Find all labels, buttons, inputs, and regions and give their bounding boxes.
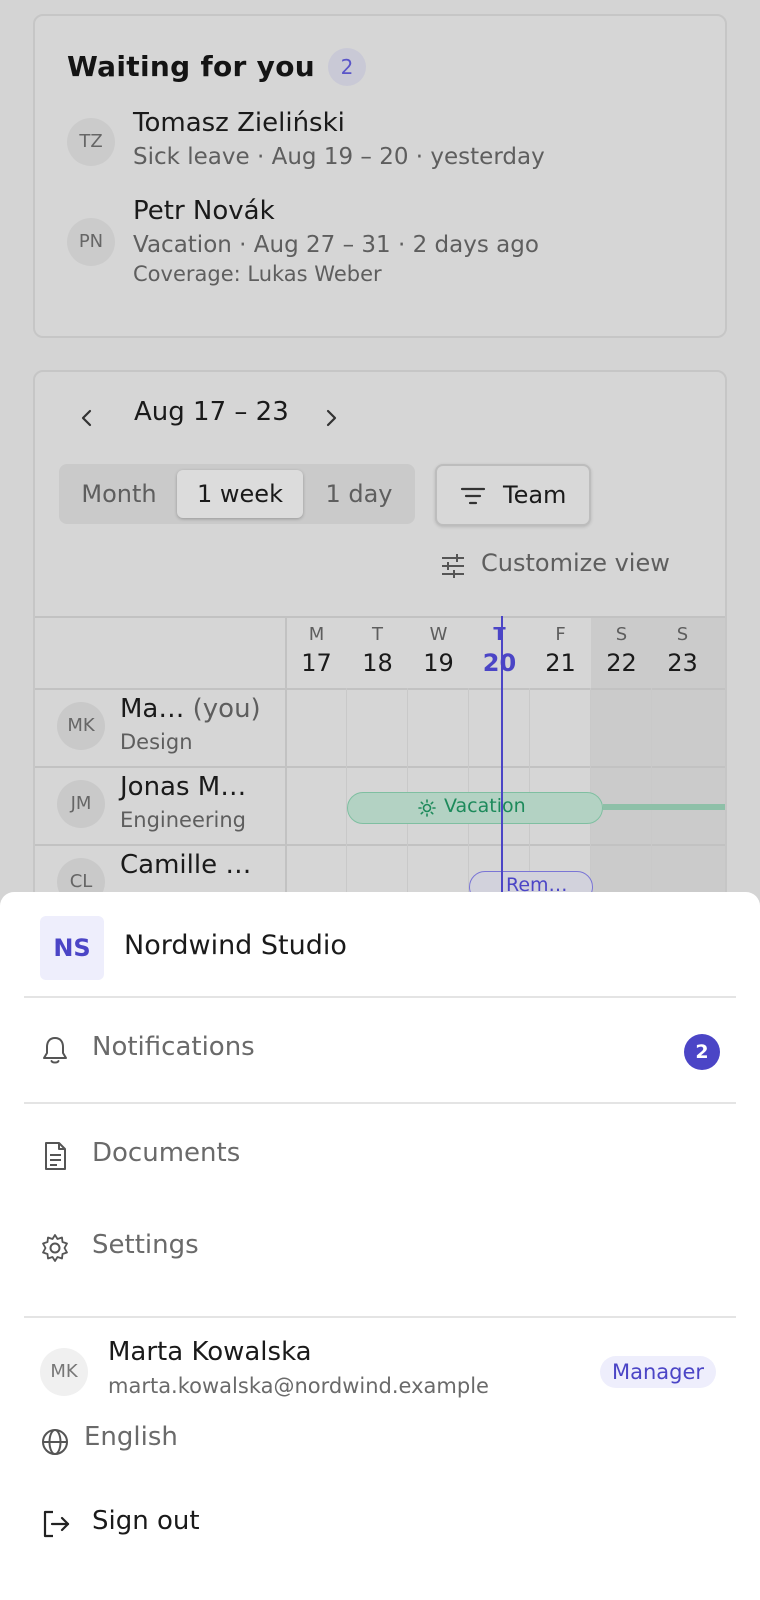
role-badge: Manager <box>600 1356 717 1388</box>
grid-line <box>35 616 725 618</box>
divider <box>24 1316 736 1318</box>
globe-icon <box>42 1429 68 1455</box>
grid-line <box>35 844 725 846</box>
settings-menu-item[interactable]: Settings <box>24 1214 736 1280</box>
team-filter-button[interactable]: Team <box>435 464 591 526</box>
vacation-event[interactable]: Vacation <box>347 792 603 824</box>
documents-label: Documents <box>92 1138 241 1168</box>
request-detail: Vacation · Aug 27 – 31 · 2 days ago <box>133 232 539 258</box>
prev-week-button[interactable] <box>67 398 107 438</box>
documents-menu-item[interactable]: Documents <box>24 1122 736 1188</box>
sign-out-icon <box>43 1510 70 1538</box>
vacation-event-label: Vacation <box>444 795 526 817</box>
member-name: Jonas M… <box>120 772 247 802</box>
view-switcher: Month 1 week 1 day <box>59 464 415 524</box>
date-range-label: Aug 17 – 23 <box>134 397 289 427</box>
next-week-button[interactable] <box>311 398 351 438</box>
request-coverage: Coverage: Lukas Weber <box>133 262 382 286</box>
request-detail: Sick leave · Aug 19 – 20 · yesterday <box>133 144 545 170</box>
day-header-mon: M 17 <box>301 624 332 677</box>
account-menu-sheet: NS Nordwind Studio Notifications 2 Docum… <box>0 892 760 1600</box>
day-header-sat: S 22 <box>606 624 637 677</box>
sun-icon <box>418 799 436 817</box>
view-week-button[interactable]: 1 week <box>177 470 303 518</box>
user-email: marta.kowalska@nordwind.example <box>108 1374 489 1398</box>
calendar-card: Aug 17 – 23 Month 1 week 1 day Team Cust… <box>33 370 727 930</box>
grid-line <box>35 688 725 690</box>
language-menu-item[interactable]: English <box>24 1406 736 1472</box>
day-header-sun: S 23 <box>667 624 698 677</box>
waiting-count-badge: 2 <box>328 48 366 86</box>
today-marker <box>501 616 503 928</box>
avatar: TZ <box>67 118 115 166</box>
member-name: Camille … <box>120 850 252 880</box>
timeline-grid: M 17 T 18 W 19 T 20 F 21 S 22 S 23 MK Ma… (you)… <box>35 616 725 928</box>
bell-icon <box>43 1037 67 1064</box>
avatar: MK <box>57 702 105 750</box>
notifications-label: Notifications <box>92 1032 255 1062</box>
filter-icon <box>460 487 486 505</box>
document-icon <box>45 1142 66 1170</box>
chevron-left-icon <box>81 409 92 427</box>
day-header-tue: T 18 <box>362 624 393 677</box>
day-header-wed: W 19 <box>423 624 454 677</box>
customize-view-label: Customize view <box>481 549 670 577</box>
divider <box>24 1102 736 1104</box>
language-label: English <box>84 1422 178 1452</box>
sliders-icon <box>442 554 464 578</box>
user-name: Marta Kowalska <box>108 1337 312 1367</box>
vacation-event-continuation <box>603 804 725 810</box>
day-header-thu-today: T 20 <box>482 624 517 677</box>
notifications-menu-item[interactable]: Notifications 2 <box>24 1016 736 1082</box>
notifications-count-badge: 2 <box>684 1034 720 1070</box>
avatar: PN <box>67 218 115 266</box>
waiting-title: Waiting for you <box>67 50 315 83</box>
waiting-card: Waiting for you 2 TZ Tomasz Zieliński Si… <box>33 14 727 338</box>
sign-out-label: Sign out <box>92 1506 200 1536</box>
member-team: Engineering <box>120 808 246 832</box>
divider <box>24 996 736 998</box>
view-month-button[interactable]: Month <box>67 470 171 518</box>
member-name: Ma… (you) <box>120 694 261 724</box>
user-avatar: MK <box>40 1348 88 1396</box>
day-header-fri: F 21 <box>545 624 576 677</box>
request-name: Petr Novák <box>133 196 275 226</box>
settings-label: Settings <box>92 1230 199 1260</box>
team-filter-label: Team <box>503 481 567 509</box>
sign-out-menu-item[interactable]: Sign out <box>24 1490 736 1556</box>
org-name: Nordwind Studio <box>124 930 347 961</box>
chevron-right-icon <box>326 409 337 427</box>
grid-line <box>35 766 725 768</box>
gear-icon <box>42 1234 68 1262</box>
request-name: Tomasz Zieliński <box>133 108 345 138</box>
view-day-button[interactable]: 1 day <box>309 470 409 518</box>
avatar: JM <box>57 780 105 828</box>
org-logo: NS <box>40 916 104 980</box>
member-team: Design <box>120 730 193 754</box>
